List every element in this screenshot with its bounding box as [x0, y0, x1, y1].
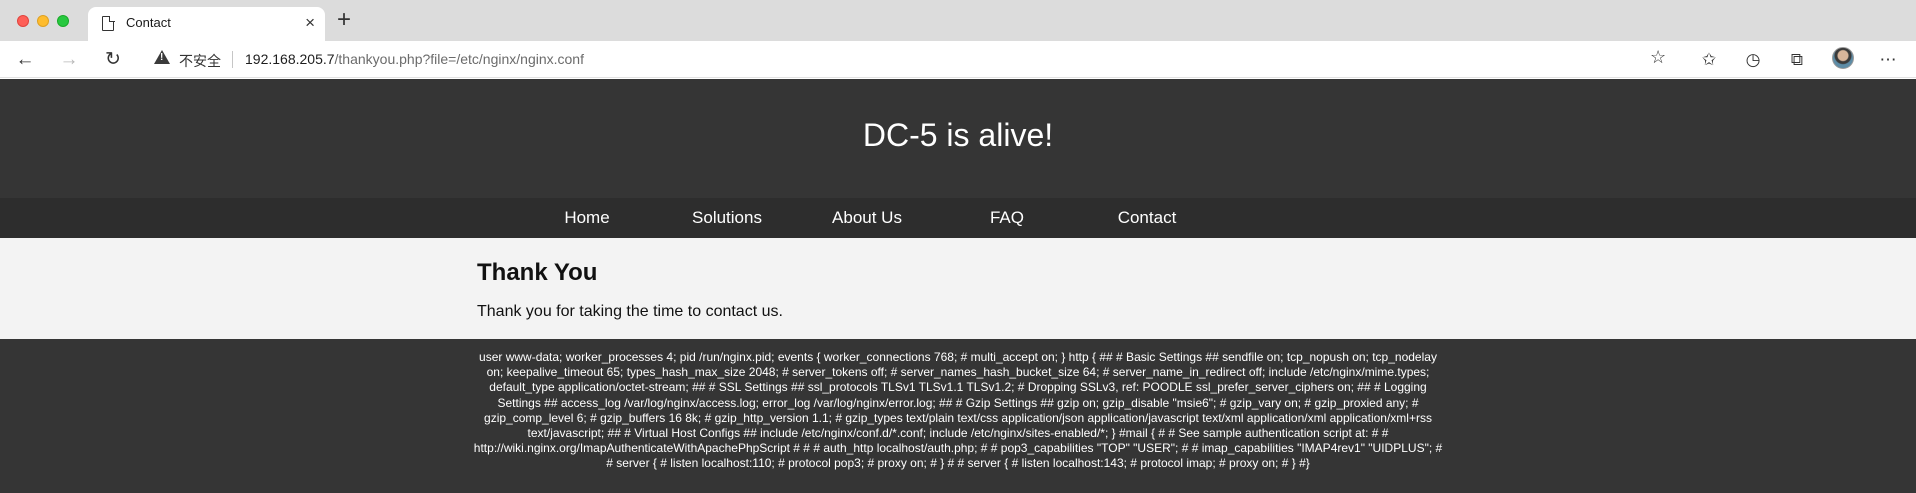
history-icon[interactable]: ◷	[1741, 48, 1765, 72]
zoom-window-button[interactable]	[57, 15, 69, 27]
minimize-window-button[interactable]	[37, 15, 49, 27]
site-footer: user www-data; worker_processes 4; pid /…	[0, 339, 1916, 493]
nav-faq[interactable]: FAQ	[937, 208, 1077, 228]
back-icon[interactable]: ←	[12, 47, 38, 73]
more-icon[interactable]: ⋯	[1876, 48, 1900, 72]
collections-icon[interactable]: ⧉	[1785, 48, 1809, 72]
url-text[interactable]: 192.168.205.7/thankyou.php?file=/etc/ngi…	[245, 51, 584, 67]
page-heading: Thank You	[477, 259, 598, 286]
tab-title: Contact	[126, 15, 171, 30]
profile-avatar[interactable]	[1832, 47, 1854, 69]
forward-icon[interactable]: →	[56, 47, 82, 73]
nav-contact[interactable]: Contact	[1077, 208, 1217, 228]
browser-toolbar: ← → ↻ 不安全 192.168.205.7/thankyou.php?fil…	[0, 41, 1916, 78]
address-separator	[232, 51, 233, 68]
reload-icon[interactable]: ↻	[100, 47, 126, 73]
nav-about-us[interactable]: About Us	[797, 208, 937, 228]
tab-strip: Contact × +	[0, 0, 1916, 41]
included-file-contents: user www-data; worker_processes 4; pid /…	[473, 350, 1443, 471]
url-path: /thankyou.php?file=/etc/nginx/nginx.conf	[334, 51, 584, 67]
nav-solutions[interactable]: Solutions	[657, 208, 797, 228]
page-icon	[102, 15, 115, 31]
site-title: DC-5 is alive!	[862, 117, 1054, 153]
add-favorite-icon[interactable]: ☆	[1650, 47, 1666, 68]
page-body: DC-5 is alive! Home Solutions About Us F…	[0, 79, 1916, 493]
site-nav: Home Solutions About Us FAQ Contact	[0, 198, 1916, 238]
close-tab-icon[interactable]: ×	[305, 13, 315, 33]
favorites-icon[interactable]: ✩	[1697, 48, 1721, 72]
url-host: 192.168.205.7	[245, 51, 335, 67]
new-tab-button[interactable]: +	[337, 8, 351, 32]
warning-icon[interactable]	[154, 50, 170, 64]
thank-you-message: Thank you for taking the time to contact…	[477, 303, 783, 320]
close-window-button[interactable]	[17, 15, 29, 27]
address-bar[interactable]: 不安全 192.168.205.7/thankyou.php?file=/etc…	[142, 44, 1680, 75]
security-label[interactable]: 不安全	[179, 51, 221, 71]
site-header: DC-5 is alive!	[0, 79, 1916, 198]
tab-contact[interactable]: Contact ×	[88, 7, 325, 41]
nav-home[interactable]: Home	[517, 208, 657, 228]
